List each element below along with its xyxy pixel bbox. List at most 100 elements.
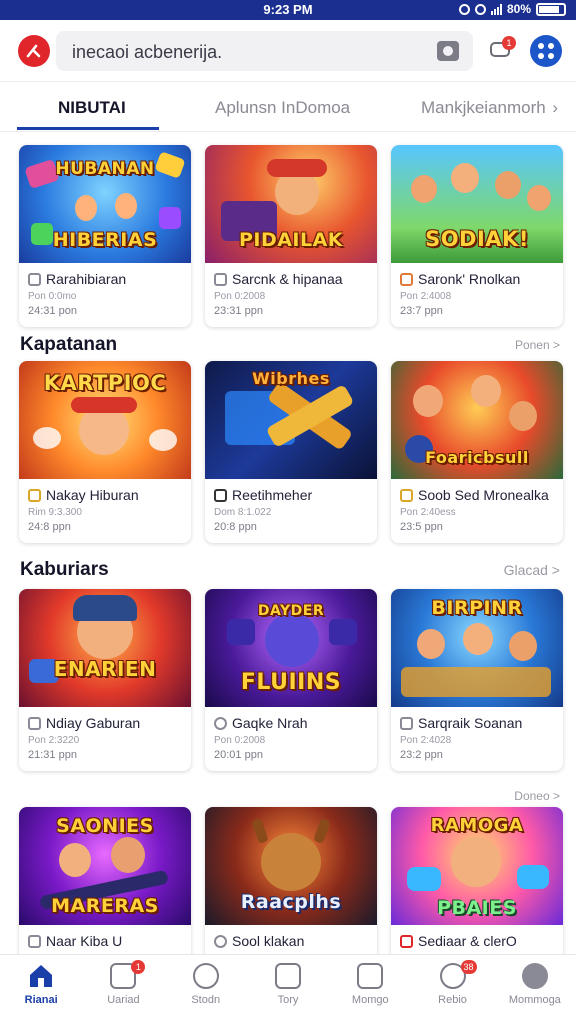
card-info: Soob Sed Mronealka Pon 2:40ess 23:5 ppn (391, 479, 563, 543)
game-name: Sediaar & clerO (418, 933, 517, 949)
thumbnail-title-top: DAYDER (257, 603, 325, 619)
section-title: Kaburiars (20, 559, 109, 580)
game-name: Ndiay Gaburan (46, 715, 141, 731)
game-thumbnail: KARTPIOC (19, 361, 191, 479)
game-card[interactable]: Wibrhes Reetihmeher Dom 8:1.022 20:8 ppn (205, 361, 377, 543)
game-name: Rarahibiaran (46, 271, 127, 287)
game-thumbnail: HUBANAN HIBERIAS (19, 145, 191, 263)
game-time: 20:01 ppn (214, 749, 263, 761)
grid-menu-button[interactable] (530, 35, 562, 67)
game-thumbnail: Raacplhs (205, 807, 377, 925)
game-thumbnail: Foaricbsull (391, 361, 563, 479)
section-header: Doneo > (20, 785, 560, 809)
grid-dot (538, 53, 544, 59)
app-screen: 9:23 PM 80% inecaoi acbenerija. 1 NIBUTA… (0, 0, 576, 1024)
game-card[interactable]: RAMOGA PBAIES Sediaar & clerO (391, 807, 563, 954)
game-card[interactable]: BIRPINR Sarqraik Soanan Pon 2:4028 23:2 … (391, 589, 563, 771)
game-name: Naar Kiba U (46, 933, 123, 949)
app-icon (400, 716, 413, 730)
game-time: 24:31 pon (28, 305, 77, 317)
game-card[interactable]: Foaricbsull Soob Sed Mronealka Pon 2:40e… (391, 361, 563, 543)
game-card[interactable]: ENARIEN Ndiay Gaburan Pon 2:3220 21:31 p… (19, 589, 191, 771)
status-bar: 9:23 PM 80% (0, 0, 576, 20)
game-card[interactable]: HUBANAN HIBERIAS Rarahibiaran Pon 0:0mo … (19, 145, 191, 327)
nav-label: Tory (277, 994, 299, 1006)
game-meta: Pon 0:2008 (214, 735, 266, 746)
game-name: Nakay Hiburan (46, 487, 139, 503)
app-icon (214, 716, 227, 730)
thumbnail-title-top: SAONIES (56, 815, 154, 837)
game-thumbnail: RAMOGA PBAIES (391, 807, 563, 925)
nav-badge: 38 (460, 960, 477, 974)
battery-icon (536, 2, 566, 16)
search-input-text: inecaoi acbenerija. (72, 42, 223, 62)
game-card[interactable]: KARTPIOC Nakay Hiburan Rim 9:3.300 24:8 … (19, 361, 191, 543)
chevron-right-icon[interactable]: › (552, 98, 558, 118)
tab-1[interactable]: Aplunsn InDomoa (215, 98, 350, 118)
card-info: Nakay Hiburan Rim 9:3.300 24:8 ppn (19, 479, 191, 543)
game-meta: Rim 9:3.300 (28, 507, 82, 518)
nav-item-tory[interactable]: Tory (247, 955, 329, 1024)
signal-icon (490, 3, 502, 15)
game-time: 24:8 ppn (28, 521, 71, 533)
camera-icon[interactable] (437, 41, 459, 61)
search-icon (192, 963, 219, 989)
nav-item-profile[interactable]: Mommoga (494, 955, 576, 1024)
chat-button[interactable]: 1 (488, 36, 516, 62)
tab-0[interactable]: NIBUTAI (58, 98, 126, 118)
nav-item-search[interactable]: Stodn (165, 955, 247, 1024)
nav-label: Rianai (24, 994, 58, 1006)
nav-badge: 1 (131, 960, 146, 974)
app-icon (28, 272, 41, 286)
section-header: Kapatanan Ponen > (20, 334, 560, 358)
game-meta: Pon 2:4028 (400, 735, 452, 746)
section-more-link[interactable]: Ponen > (515, 338, 560, 352)
section-more-link[interactable]: Glacad > (504, 562, 560, 578)
app-icon (214, 934, 227, 948)
thumbnail-title: PBAIES (437, 897, 517, 919)
app-icon (400, 934, 413, 948)
thumbnail-title: SODIAK! (425, 227, 529, 251)
nav-item-rebio[interactable]: 38 Rebio (411, 955, 493, 1024)
game-card[interactable]: PIDAILAK Sarcnk & hipanaa Pon 0:2008 23:… (205, 145, 377, 327)
search-input[interactable]: inecaoi acbenerija. (56, 31, 473, 71)
game-name: Sarqraik Soanan (418, 715, 523, 731)
nav-item-momgo[interactable]: Momgo (329, 955, 411, 1024)
section-header: Kaburiars Glacad > (20, 559, 560, 583)
app-icon (28, 716, 41, 730)
active-tab-indicator (17, 127, 159, 130)
nav-item-uariad[interactable]: 1 Uariad (82, 955, 164, 1024)
app-logo-button[interactable] (18, 35, 50, 67)
thumbnail-title: BIRPINR (431, 597, 523, 619)
game-card[interactable]: DAYDER FLUIINS Gaqke Nrah Pon 0:2008 20:… (205, 589, 377, 771)
game-name: Saronk' Rnolkan (418, 271, 521, 287)
game-name: Sool klakan (232, 933, 305, 949)
card-grid-3: SAONIES MARERAS Naar Kiba U Raacplhs Soo… (19, 807, 566, 954)
thumbnail-title: HIBERIAS (52, 229, 158, 251)
game-meta: Pon 2:40ess (400, 507, 456, 518)
thumbnail-title: Foaricbsull (425, 448, 529, 467)
chat-badge: 1 (502, 36, 516, 50)
nav-item-home[interactable]: Rianai (0, 955, 82, 1024)
tab-2[interactable]: Mankjkeianmorh (421, 98, 546, 118)
section-more-link[interactable]: Doneo > (514, 789, 560, 803)
battery-percent: 80% (506, 2, 531, 16)
game-card[interactable]: SAONIES MARERAS Naar Kiba U (19, 807, 191, 954)
section-title: Kapatanan (20, 334, 118, 355)
game-thumbnail: SODIAK! (391, 145, 563, 263)
game-card[interactable]: Raacplhs Sool klakan (205, 807, 377, 954)
card-grid-2: ENARIEN Ndiay Gaburan Pon 2:3220 21:31 p… (19, 589, 566, 771)
app-icon (400, 488, 413, 502)
card-info: Sarcnk & hipanaa Pon 0:2008 23:31 ppn (205, 263, 377, 327)
card-info: Rarahibiaran Pon 0:0mo 24:31 pon (19, 263, 191, 327)
thumbnail-title: FLUIINS (240, 670, 342, 695)
content-feed[interactable]: HUBANAN HIBERIAS Rarahibiaran Pon 0:0mo … (0, 132, 576, 954)
game-meta: Pon 0:2008 (214, 291, 266, 302)
nav-label: Momgo (351, 994, 389, 1006)
category-tabs: NIBUTAI Aplunsn InDomoa Mankjkeianmorh › (0, 82, 576, 132)
game-time: 20:8 ppn (214, 521, 257, 533)
game-time: 23:7 ppn (400, 305, 443, 317)
card-info: Gaqke Nrah Pon 0:2008 20:01 ppn (205, 707, 377, 771)
game-name: Reetihmeher (232, 487, 313, 503)
game-card[interactable]: SODIAK! Saronk' Rnolkan Pon 2:4008 23:7 … (391, 145, 563, 327)
